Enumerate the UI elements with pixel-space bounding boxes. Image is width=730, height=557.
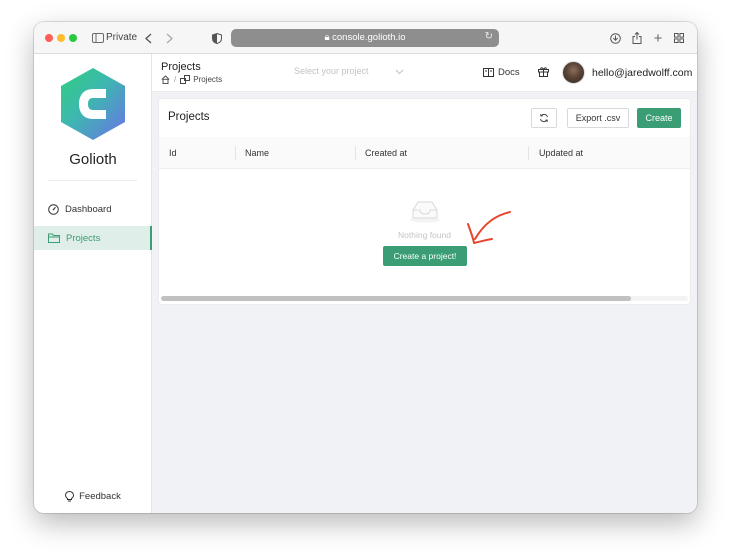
sidebar-item-dashboard[interactable]: Dashboard	[34, 197, 152, 221]
lock-icon: 🔒︎	[324, 32, 330, 43]
zoom-window-button[interactable]	[69, 34, 77, 42]
column-header-id[interactable]: Id	[169, 137, 177, 169]
chevron-down-icon	[395, 69, 404, 75]
breadcrumb-current[interactable]: Projects	[193, 75, 222, 84]
feedback-label: Feedback	[79, 491, 121, 502]
column-divider	[528, 146, 529, 160]
address-bar[interactable]: 🔒︎ console.golioth.io ↻	[231, 29, 499, 47]
tab-overview-icon[interactable]	[672, 22, 686, 54]
sidebar-toggle-icon[interactable]	[91, 22, 105, 54]
folder-icon	[48, 233, 60, 243]
close-window-button[interactable]	[45, 34, 53, 42]
book-icon	[483, 68, 494, 77]
browser-window: Private 🔒︎ console.golioth.io ↻ + Goliot…	[34, 22, 697, 513]
url-text: 🔒︎ console.golioth.io	[324, 32, 406, 43]
column-header-updated-at[interactable]: Updated at	[539, 137, 583, 169]
export-csv-button[interactable]: Export .csv	[567, 108, 629, 128]
column-divider	[235, 146, 236, 160]
golioth-logo-icon[interactable]	[60, 67, 126, 141]
table-header: Id Name Created at Updated at	[159, 137, 690, 169]
dashboard-icon	[48, 203, 59, 215]
project-select[interactable]: Select your project	[294, 66, 404, 76]
page-title: Projects	[161, 61, 201, 73]
forward-icon[interactable]	[162, 22, 176, 54]
empty-state-text: Nothing found	[398, 230, 451, 240]
sidebar: Golioth Dashboard Projects Feedback <	[34, 54, 152, 513]
brand-name: Golioth	[69, 151, 117, 168]
privacy-shield-icon[interactable]	[210, 22, 224, 54]
sidebar-divider	[48, 180, 137, 181]
minimize-window-button[interactable]	[57, 34, 65, 42]
refresh-button[interactable]	[531, 108, 557, 128]
breadcrumb-separator: /	[174, 75, 177, 84]
sidebar-item-label: Projects	[66, 232, 101, 244]
sidebar-item-label: Dashboard	[65, 203, 112, 215]
new-tab-icon[interactable]: +	[651, 22, 665, 54]
browser-toolbar: Private 🔒︎ console.golioth.io ↻ +	[34, 22, 697, 54]
card-title: Projects	[168, 111, 210, 123]
create-project-button[interactable]: Create a project!	[383, 246, 467, 266]
docs-link[interactable]: Docs	[483, 67, 520, 78]
project-select-placeholder: Select your project	[294, 66, 369, 76]
projects-icon	[180, 75, 191, 84]
private-label: Private	[106, 32, 138, 43]
lightbulb-icon	[65, 491, 75, 502]
share-icon[interactable]	[630, 22, 644, 54]
home-icon[interactable]	[161, 75, 170, 84]
refresh-icon	[540, 113, 548, 123]
feedback-link[interactable]: Feedback	[34, 491, 152, 502]
docs-label: Docs	[498, 67, 520, 78]
empty-inbox-icon	[410, 201, 440, 223]
horizontal-scrollbar-thumb[interactable]	[161, 296, 631, 301]
reload-icon[interactable]: ↻	[485, 31, 493, 42]
avatar[interactable]	[562, 61, 585, 84]
download-icon[interactable]	[608, 22, 622, 54]
sidebar-item-projects[interactable]: Projects	[34, 226, 152, 250]
gift-icon[interactable]	[538, 66, 549, 77]
column-header-name[interactable]: Name	[245, 137, 269, 169]
annotation-arrow-icon	[467, 211, 511, 244]
app-header: Projects / Projects Select your project …	[152, 54, 697, 92]
projects-card: Projects Export .csv Create Id Name Crea…	[159, 99, 690, 304]
column-divider	[355, 146, 356, 160]
back-icon[interactable]	[141, 22, 155, 54]
user-email[interactable]: hello@jaredwolff.com	[592, 67, 692, 79]
create-button[interactable]: Create	[637, 108, 681, 128]
breadcrumb: / Projects	[161, 75, 222, 84]
column-header-created-at[interactable]: Created at	[365, 137, 407, 169]
